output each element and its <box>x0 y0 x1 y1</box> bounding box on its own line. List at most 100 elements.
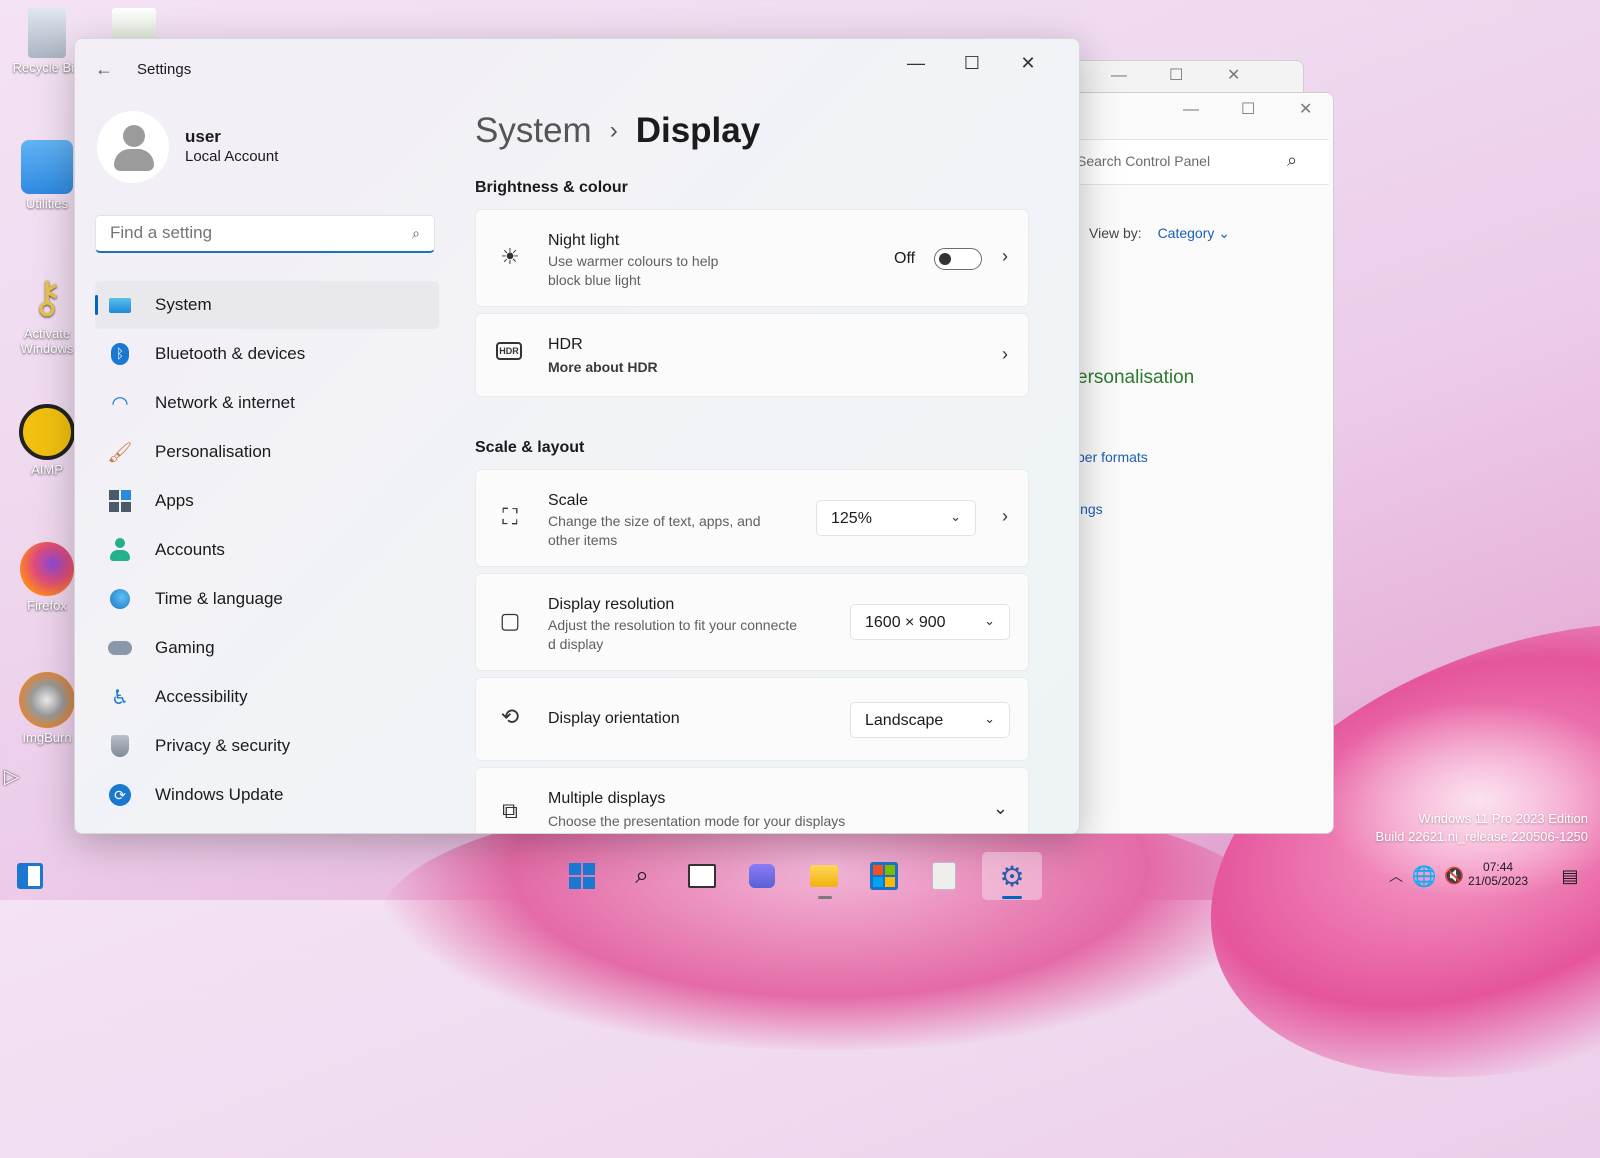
sidebar-item-network[interactable]: ◠ Network & internet <box>95 379 439 427</box>
sidebar-item-personalisation[interactable]: 🖌 Personalisation <box>95 428 439 476</box>
scale-dropdown[interactable]: 125% ⌄ <box>816 500 976 536</box>
breadcrumb-parent[interactable]: System <box>475 111 592 150</box>
back-arrow-icon[interactable]: ← <box>95 59 113 80</box>
control-panel-search[interactable]: Search Control Panel ⌕ <box>1041 139 1329 185</box>
find-setting-input[interactable] <box>108 222 402 244</box>
microsoft-store-icon[interactable] <box>866 858 902 894</box>
sidebar-item-gaming[interactable]: Gaming <box>95 624 439 672</box>
scale-title: Scale <box>548 492 589 509</box>
night-light-subtitle: Use warmer colours to help block blue lig… <box>548 252 718 290</box>
accessibility-icon: ♿ <box>111 686 129 709</box>
multiple-displays-icon: ⧉ <box>502 798 518 823</box>
app-title: Settings <box>137 61 192 78</box>
sidebar-nav: System ᛒ Bluetooth & devices ◠ Network &… <box>95 281 439 820</box>
sidebar-item-accounts[interactable]: Accounts <box>95 526 439 574</box>
multiple-displays-card[interactable]: ⧉ Multiple displays Choose the presentat… <box>475 767 1029 833</box>
sidebar-item-system[interactable]: System <box>95 281 439 329</box>
scale-card[interactable]: ⛶ Scale Change the size of text, apps, a… <box>475 469 1029 567</box>
chevron-down-icon: ⌄ <box>984 711 995 726</box>
active-indicator <box>1002 896 1022 899</box>
sidebar-item-windows-update[interactable]: ⟳ Windows Update <box>95 771 439 819</box>
sidebar-item-label: Bluetooth & devices <box>155 344 306 363</box>
notepad-file-icon[interactable] <box>112 8 156 40</box>
number-formats-link[interactable]: ber formats <box>1077 449 1148 465</box>
widgets-icon[interactable] <box>12 858 48 894</box>
sidebar-item-label: System <box>155 295 212 314</box>
hdr-link[interactable]: More about HDR <box>548 358 658 377</box>
rotate-icon: ⟲ <box>500 704 520 729</box>
avatar[interactable] <box>97 111 169 183</box>
orientation-dropdown[interactable]: Landscape ⌄ <box>850 702 1010 738</box>
resolution-dropdown[interactable]: 1600 × 900 ⌄ <box>850 604 1010 640</box>
maximize-icon[interactable]: ☐ <box>1169 65 1183 85</box>
view-by-dropdown[interactable]: Category ⌄ <box>1158 225 1230 241</box>
system-icon <box>107 292 133 318</box>
teams-chat-icon[interactable] <box>744 858 780 894</box>
notepad-icon[interactable] <box>926 858 962 894</box>
start-icon[interactable] <box>564 858 600 894</box>
sidebar-item-label: Accounts <box>155 540 225 559</box>
running-indicator <box>818 896 832 899</box>
minimize-icon[interactable]: — <box>1111 67 1127 85</box>
task-view-icon[interactable] <box>684 858 720 894</box>
section-heading-scale: Scale & layout <box>475 439 585 456</box>
sidebar-item-label: Accessibility <box>155 687 248 706</box>
hdr-card[interactable]: HDR HDR More about HDR › <box>475 313 1029 397</box>
scale-subtitle: Change the size of text, apps, and other … <box>548 512 760 550</box>
display-orientation-card[interactable]: ⟲ Display orientation Landscape ⌄ <box>475 677 1029 761</box>
personalisation-link[interactable]: ersonalisation <box>1077 367 1194 389</box>
system-clock[interactable]: 07:44 21/05/2023 <box>1468 860 1528 888</box>
close-icon[interactable]: ✕ <box>1227 65 1240 85</box>
sidebar-item-label: Time & language <box>155 589 283 608</box>
sidebar-item-time-language[interactable]: Time & language <box>95 575 439 623</box>
avatar-body <box>114 149 154 171</box>
shield-icon <box>107 733 133 759</box>
aimp-icon <box>19 404 75 460</box>
sidebar-item-label: Personalisation <box>155 442 272 461</box>
file-explorer-icon[interactable] <box>806 858 842 894</box>
minimize-icon[interactable]: — <box>1183 101 1199 119</box>
chevron-right-icon[interactable]: › <box>1002 506 1008 527</box>
night-light-toggle[interactable] <box>934 248 982 270</box>
sidebar-item-bluetooth[interactable]: ᛒ Bluetooth & devices <box>95 330 439 378</box>
sidebar-item-privacy[interactable]: Privacy & security <box>95 722 439 770</box>
sidebar-item-accessibility[interactable]: ♿ Accessibility <box>95 673 439 721</box>
settings-gear-icon[interactable]: ⚙ <box>994 858 1030 894</box>
chevron-down-icon: ⌄ <box>950 509 961 524</box>
chevron-right-icon[interactable]: › <box>1002 344 1008 365</box>
hdr-icon: HDR <box>496 342 522 360</box>
maximize-icon[interactable]: ☐ <box>957 53 987 74</box>
desktop-icon-label: Utilities <box>26 196 68 211</box>
scale-icon: ⛶ <box>502 504 518 529</box>
desktop-icon-label: Activate Windows <box>20 326 74 356</box>
notification-icon[interactable]: ▤ <box>1552 858 1588 894</box>
display-resolution-subtitle: Adjust the resolution to fit your connec… <box>548 616 797 654</box>
search-icon[interactable]: ⌕ <box>1287 150 1297 171</box>
night-light-state: Off <box>894 250 916 267</box>
sidebar-item-apps[interactable]: Apps <box>95 477 439 525</box>
orientation-value: Landscape <box>865 712 944 729</box>
search-icon[interactable]: ⌕ <box>412 225 420 242</box>
desktop-icon-label: AIMP <box>31 462 63 477</box>
folder-icon <box>21 140 73 194</box>
close-icon[interactable]: ✕ <box>1299 99 1312 119</box>
night-light-card[interactable]: ☀ Night light Use warmer colours to help… <box>475 209 1029 307</box>
maximize-icon[interactable]: ☐ <box>1241 99 1255 119</box>
settings-window[interactable]: ← Settings — ☐ ✕ user Local Account ⌕ Sy… <box>74 38 1080 834</box>
chevron-right-icon[interactable]: › <box>1002 246 1008 267</box>
control-panel-window[interactable]: — ☐ ✕ Search Control Panel ⌕ View by: Ca… <box>1040 92 1334 834</box>
volume-muted-icon[interactable]: 🔇 <box>1436 858 1472 894</box>
chevron-down-icon: ⌄ <box>984 613 995 628</box>
display-resolution-card[interactable]: ▢ Display resolution Adjust the resoluti… <box>475 573 1029 671</box>
scale-subtitle-line2: other items <box>548 532 618 548</box>
minimize-icon[interactable]: — <box>901 53 931 74</box>
close-icon[interactable]: ✕ <box>1013 53 1043 74</box>
breadcrumb-separator: › <box>609 117 618 144</box>
section-heading-brightness: Brightness & colour <box>475 179 628 196</box>
search-icon[interactable]: ⌕ <box>624 858 660 894</box>
settings-link[interactable]: ings <box>1077 501 1103 517</box>
display-resolution-subtitle-line1: Adjust the resolution to fit your connec… <box>548 617 798 633</box>
find-setting-search[interactable]: ⌕ <box>95 215 435 253</box>
desktop-icon-label: ImgBurn <box>22 730 72 745</box>
chevron-down-icon[interactable]: ⌄ <box>993 798 1008 819</box>
